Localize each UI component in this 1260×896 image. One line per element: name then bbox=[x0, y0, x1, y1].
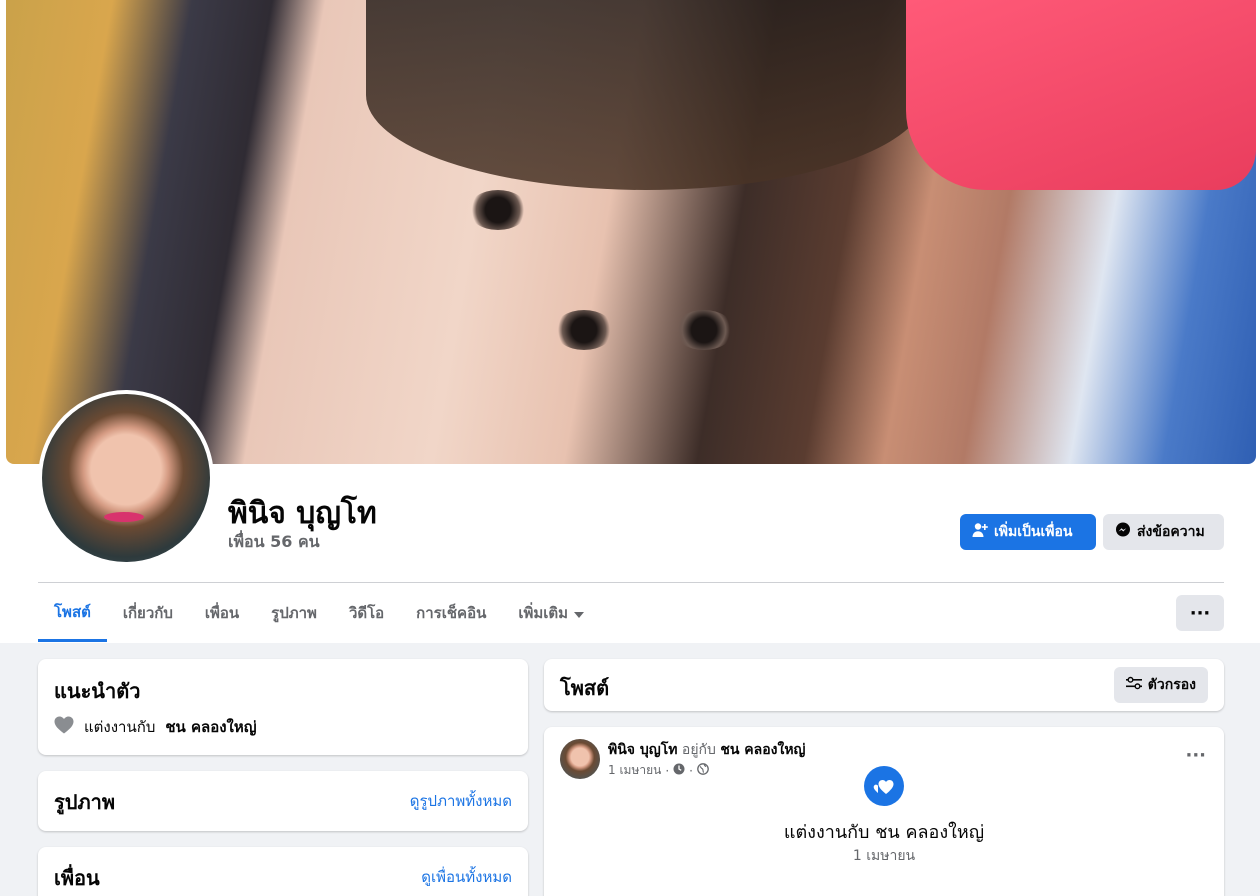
tab-about[interactable]: เกี่ยวกับ bbox=[107, 584, 189, 642]
photos-title: รูปภาพ bbox=[54, 790, 116, 814]
filter-icon bbox=[1125, 676, 1142, 694]
cover-photo[interactable] bbox=[6, 0, 1256, 464]
cover-photo-eye bbox=[674, 310, 734, 350]
friend-count[interactable]: เพื่อน 56 คน bbox=[228, 530, 320, 555]
caret-down-icon bbox=[574, 604, 585, 622]
post-author-avatar[interactable] bbox=[560, 739, 600, 779]
cover-photo-hair bbox=[366, 0, 926, 190]
tab-more-label: เพิ่มเติม bbox=[518, 604, 569, 622]
tab-videos[interactable]: วิดีโอ bbox=[333, 584, 400, 642]
post-options-button[interactable]: ··· bbox=[1185, 745, 1206, 766]
relationship-prefix: แต่งงานกับ bbox=[84, 718, 156, 736]
profile-tabs: โพสต์ เกี่ยวกับ เพื่อน รูปภาพ วิดีโอ การ… bbox=[38, 584, 600, 642]
tab-checkins-label: การเช็คอิน bbox=[416, 604, 487, 622]
intro-card: แนะนำตัว แต่งงานกับ ชน คลองใหญ่ bbox=[38, 659, 528, 755]
message-label: ส่งข้อความ bbox=[1137, 524, 1205, 540]
dot-separator: · bbox=[689, 763, 693, 778]
post-author-link[interactable]: พินิจ บุญโท bbox=[608, 742, 677, 758]
profile-picture[interactable] bbox=[38, 390, 214, 566]
see-all-friends-link[interactable]: ดูเพื่อนทั้งหมด bbox=[421, 865, 512, 889]
friends-title: เพื่อน bbox=[54, 866, 100, 890]
cover-photo-eye bbox=[554, 310, 614, 350]
filter-label: ตัวกรอง bbox=[1147, 677, 1196, 693]
messenger-icon bbox=[1115, 522, 1131, 542]
add-friend-icon bbox=[972, 522, 988, 542]
post-meta: 1 เมษายน · · bbox=[608, 761, 709, 780]
intro-title: แนะนำตัว bbox=[54, 679, 141, 703]
add-friend-label: เพิ่มเป็นเพื่อน bbox=[994, 524, 1073, 540]
life-event-date: 1 เมษายน bbox=[852, 848, 916, 864]
filter-button[interactable]: ตัวกรอง bbox=[1113, 667, 1208, 703]
add-friend-button[interactable]: เพิ่มเป็นเพื่อน bbox=[960, 514, 1096, 550]
tab-photos-label: รูปภาพ bbox=[271, 604, 317, 622]
post-options-icon: ··· bbox=[1185, 745, 1206, 766]
post-tagged-link[interactable]: ชน คลองใหญ่ bbox=[720, 742, 805, 758]
posts-header-card: โพสต์ ตัวกรอง bbox=[544, 659, 1224, 711]
tab-photos[interactable]: รูปภาพ bbox=[255, 584, 333, 642]
tab-friends[interactable]: เพื่อน bbox=[189, 584, 255, 642]
more-options-button[interactable]: ··· bbox=[1176, 595, 1224, 631]
post-header-line: พินิจ บุญโท อยู่กับ ชน คลองใหญ่ bbox=[608, 739, 805, 761]
more-dots-icon: ··· bbox=[1189, 602, 1211, 624]
relationship-partner-link[interactable]: ชน คลองใหญ่ bbox=[165, 715, 256, 739]
profile-picture-lips bbox=[104, 512, 144, 522]
tab-checkins[interactable]: การเช็คอิน bbox=[400, 584, 502, 642]
dot-separator: · bbox=[665, 763, 670, 778]
message-button[interactable]: ส่งข้อความ bbox=[1103, 514, 1224, 550]
heart-icon bbox=[54, 716, 74, 738]
cover-photo-pillow bbox=[906, 0, 1256, 190]
header-divider bbox=[38, 582, 1224, 583]
tab-posts-label: โพสต์ bbox=[54, 602, 91, 621]
tab-more[interactable]: เพิ่มเติม bbox=[502, 584, 600, 642]
photos-card: รูปภาพ ดูรูปภาพทั้งหมด bbox=[38, 771, 528, 831]
see-all-photos-link[interactable]: ดูรูปภาพทั้งหมด bbox=[410, 789, 512, 813]
post-with-text: อยู่กับ bbox=[681, 742, 716, 758]
tab-about-label: เกี่ยวกับ bbox=[122, 604, 173, 622]
relationship-row: แต่งงานกับ ชน คลองใหญ่ bbox=[54, 715, 257, 739]
post-card: พินิจ บุญโท อยู่กับ ชน คลองใหญ่ 1 เมษายน… bbox=[544, 727, 1224, 896]
globe-icon[interactable] bbox=[697, 763, 709, 778]
friends-card: เพื่อน ดูเพื่อนทั้งหมด bbox=[38, 847, 528, 896]
life-event-title: แต่งงานกับ ชน คลองใหญ่ bbox=[783, 822, 985, 843]
life-event-heart-icon bbox=[864, 766, 904, 806]
post-date-link[interactable]: 1 เมษายน bbox=[608, 761, 661, 780]
tab-posts[interactable]: โพสต์ bbox=[38, 584, 107, 642]
posts-title: โพสต์ bbox=[560, 676, 610, 700]
clock-icon bbox=[673, 763, 685, 778]
profile-picture-image bbox=[42, 394, 210, 562]
tab-friends-label: เพื่อน bbox=[204, 604, 240, 622]
cover-photo-eye bbox=[468, 190, 528, 230]
tab-videos-label: วิดีโอ bbox=[348, 604, 385, 622]
